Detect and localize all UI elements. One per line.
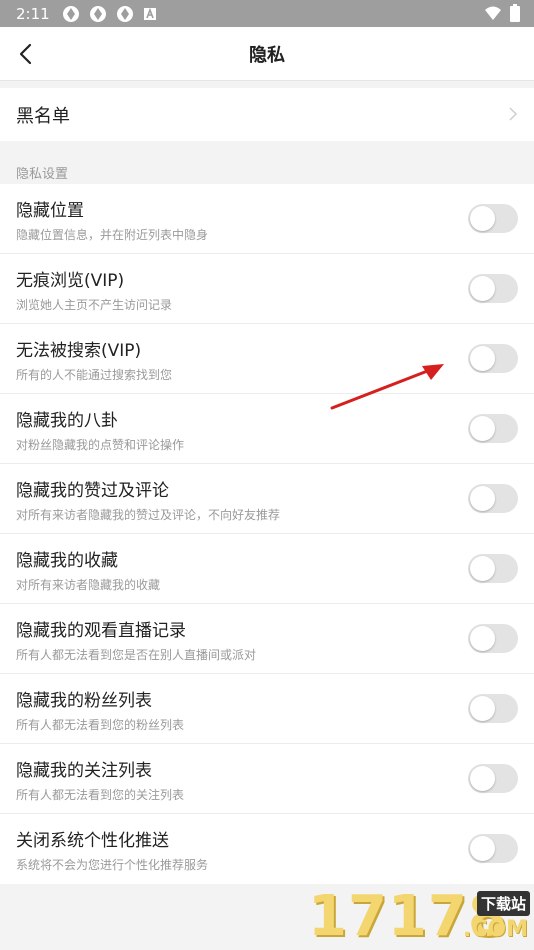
- setting-description: 所有人都无法看到您是否在别人直播间或派对: [16, 648, 257, 662]
- setting-row: 隐藏我的八卦 对粉丝隐藏我的点赞和评论操作: [0, 394, 534, 464]
- toggle-knob: [470, 696, 495, 721]
- setting-row: 隐藏我的赞过及评论 对所有来访者隐藏我的赞过及评论，不向好友推荐: [0, 464, 534, 534]
- setting-description: 隐藏位置信息，并在附近列表中隐身: [16, 228, 209, 242]
- app-notification-icon: [116, 5, 133, 22]
- setting-description: 浏览她人主页不产生访问记录: [16, 298, 173, 312]
- setting-row: 关闭系统个性化推送 系统将不会为您进行个性化推荐服务: [0, 814, 534, 884]
- toggle-switch[interactable]: [468, 344, 518, 373]
- toggle-switch[interactable]: [468, 694, 518, 723]
- blacklist-row[interactable]: 黑名单: [0, 88, 534, 141]
- toggle-knob: [470, 626, 495, 651]
- setting-row: 无痕浏览(VIP) 浏览她人主页不产生访问记录: [0, 254, 534, 324]
- toggle-switch[interactable]: [468, 414, 518, 443]
- section-label: 隐私设置: [16, 167, 69, 182]
- toggle-switch[interactable]: [468, 204, 518, 233]
- setting-title: 隐藏我的赞过及评论: [16, 481, 169, 501]
- toggle-switch[interactable]: [468, 834, 518, 863]
- toggle-knob: [470, 836, 495, 861]
- setting-title: 隐藏我的八卦: [16, 411, 118, 431]
- battery-icon: [510, 4, 520, 22]
- status-bar: 2:11: [0, 0, 534, 27]
- setting-title: 隐藏我的收藏: [16, 551, 118, 571]
- setting-row: 无法被搜索(VIP) 所有的人不能通过搜索找到您: [0, 324, 534, 394]
- setting-title: 隐藏位置: [16, 201, 84, 221]
- watermark-domain: .COM: [462, 917, 528, 942]
- setting-title: 无痕浏览(VIP): [16, 271, 125, 291]
- setting-description: 系统将不会为您进行个性化推荐服务: [16, 858, 209, 872]
- wifi-icon: [485, 6, 501, 20]
- app-notification-icon: [62, 5, 79, 22]
- setting-row: 隐藏我的观看直播记录 所有人都无法看到您是否在别人直播间或派对: [0, 604, 534, 674]
- setting-description: 对所有来访者隐藏我的收藏: [16, 578, 161, 592]
- setting-row: 隐藏我的粉丝列表 所有人都无法看到您的粉丝列表: [0, 674, 534, 744]
- setting-title: 无法被搜索(VIP): [16, 341, 142, 361]
- chevron-right-icon: [509, 107, 518, 121]
- toggle-knob: [470, 346, 495, 371]
- setting-description: 所有的人不能通过搜索找到您: [16, 368, 173, 382]
- toggle-knob: [470, 276, 495, 301]
- status-time: 2:11: [16, 4, 50, 23]
- setting-title: 关闭系统个性化推送: [16, 831, 169, 851]
- setting-title: 隐藏我的观看直播记录: [16, 621, 186, 641]
- setting-title: 隐藏我的粉丝列表: [16, 691, 152, 711]
- annotation-arrow-icon: [330, 364, 444, 410]
- toggle-switch[interactable]: [468, 554, 518, 583]
- setting-row: 隐藏我的关注列表 所有人都无法看到您的关注列表: [0, 744, 534, 814]
- setting-description: 所有人都无法看到您的关注列表: [16, 788, 185, 802]
- toggle-switch[interactable]: [468, 764, 518, 793]
- toggle-knob: [470, 206, 495, 231]
- setting-row: 隐藏位置 隐藏位置信息，并在附近列表中隐身: [0, 184, 534, 254]
- blacklist-label: 黑名单: [16, 105, 70, 127]
- toggle-knob: [470, 486, 495, 511]
- setting-description: 对粉丝隐藏我的点赞和评论操作: [16, 438, 185, 452]
- toggle-switch[interactable]: [468, 624, 518, 653]
- app-header: 隐私: [0, 27, 534, 81]
- page-title: 隐私: [249, 45, 285, 66]
- setting-description: 对所有来访者隐藏我的赞过及评论，不向好友推荐: [16, 508, 281, 522]
- toggle-switch[interactable]: [468, 484, 518, 513]
- toggle-switch[interactable]: [468, 274, 518, 303]
- a-badge-icon: [143, 7, 156, 20]
- toggle-knob: [470, 766, 495, 791]
- watermark-logo: 17178 下载站 .COM: [308, 885, 532, 947]
- privacy-settings-list: 隐藏位置 隐藏位置信息，并在附近列表中隐身 无痕浏览(VIP) 浏览她人主页不产…: [0, 184, 534, 884]
- toggle-knob: [470, 416, 495, 441]
- toggle-knob: [470, 556, 495, 581]
- setting-description: 所有人都无法看到您的粉丝列表: [16, 718, 185, 732]
- setting-title: 隐藏我的关注列表: [16, 761, 152, 781]
- watermark-badge: 下载站: [476, 891, 530, 916]
- setting-row: 隐藏我的收藏 对所有来访者隐藏我的收藏: [0, 534, 534, 604]
- app-notification-icon: [89, 5, 106, 22]
